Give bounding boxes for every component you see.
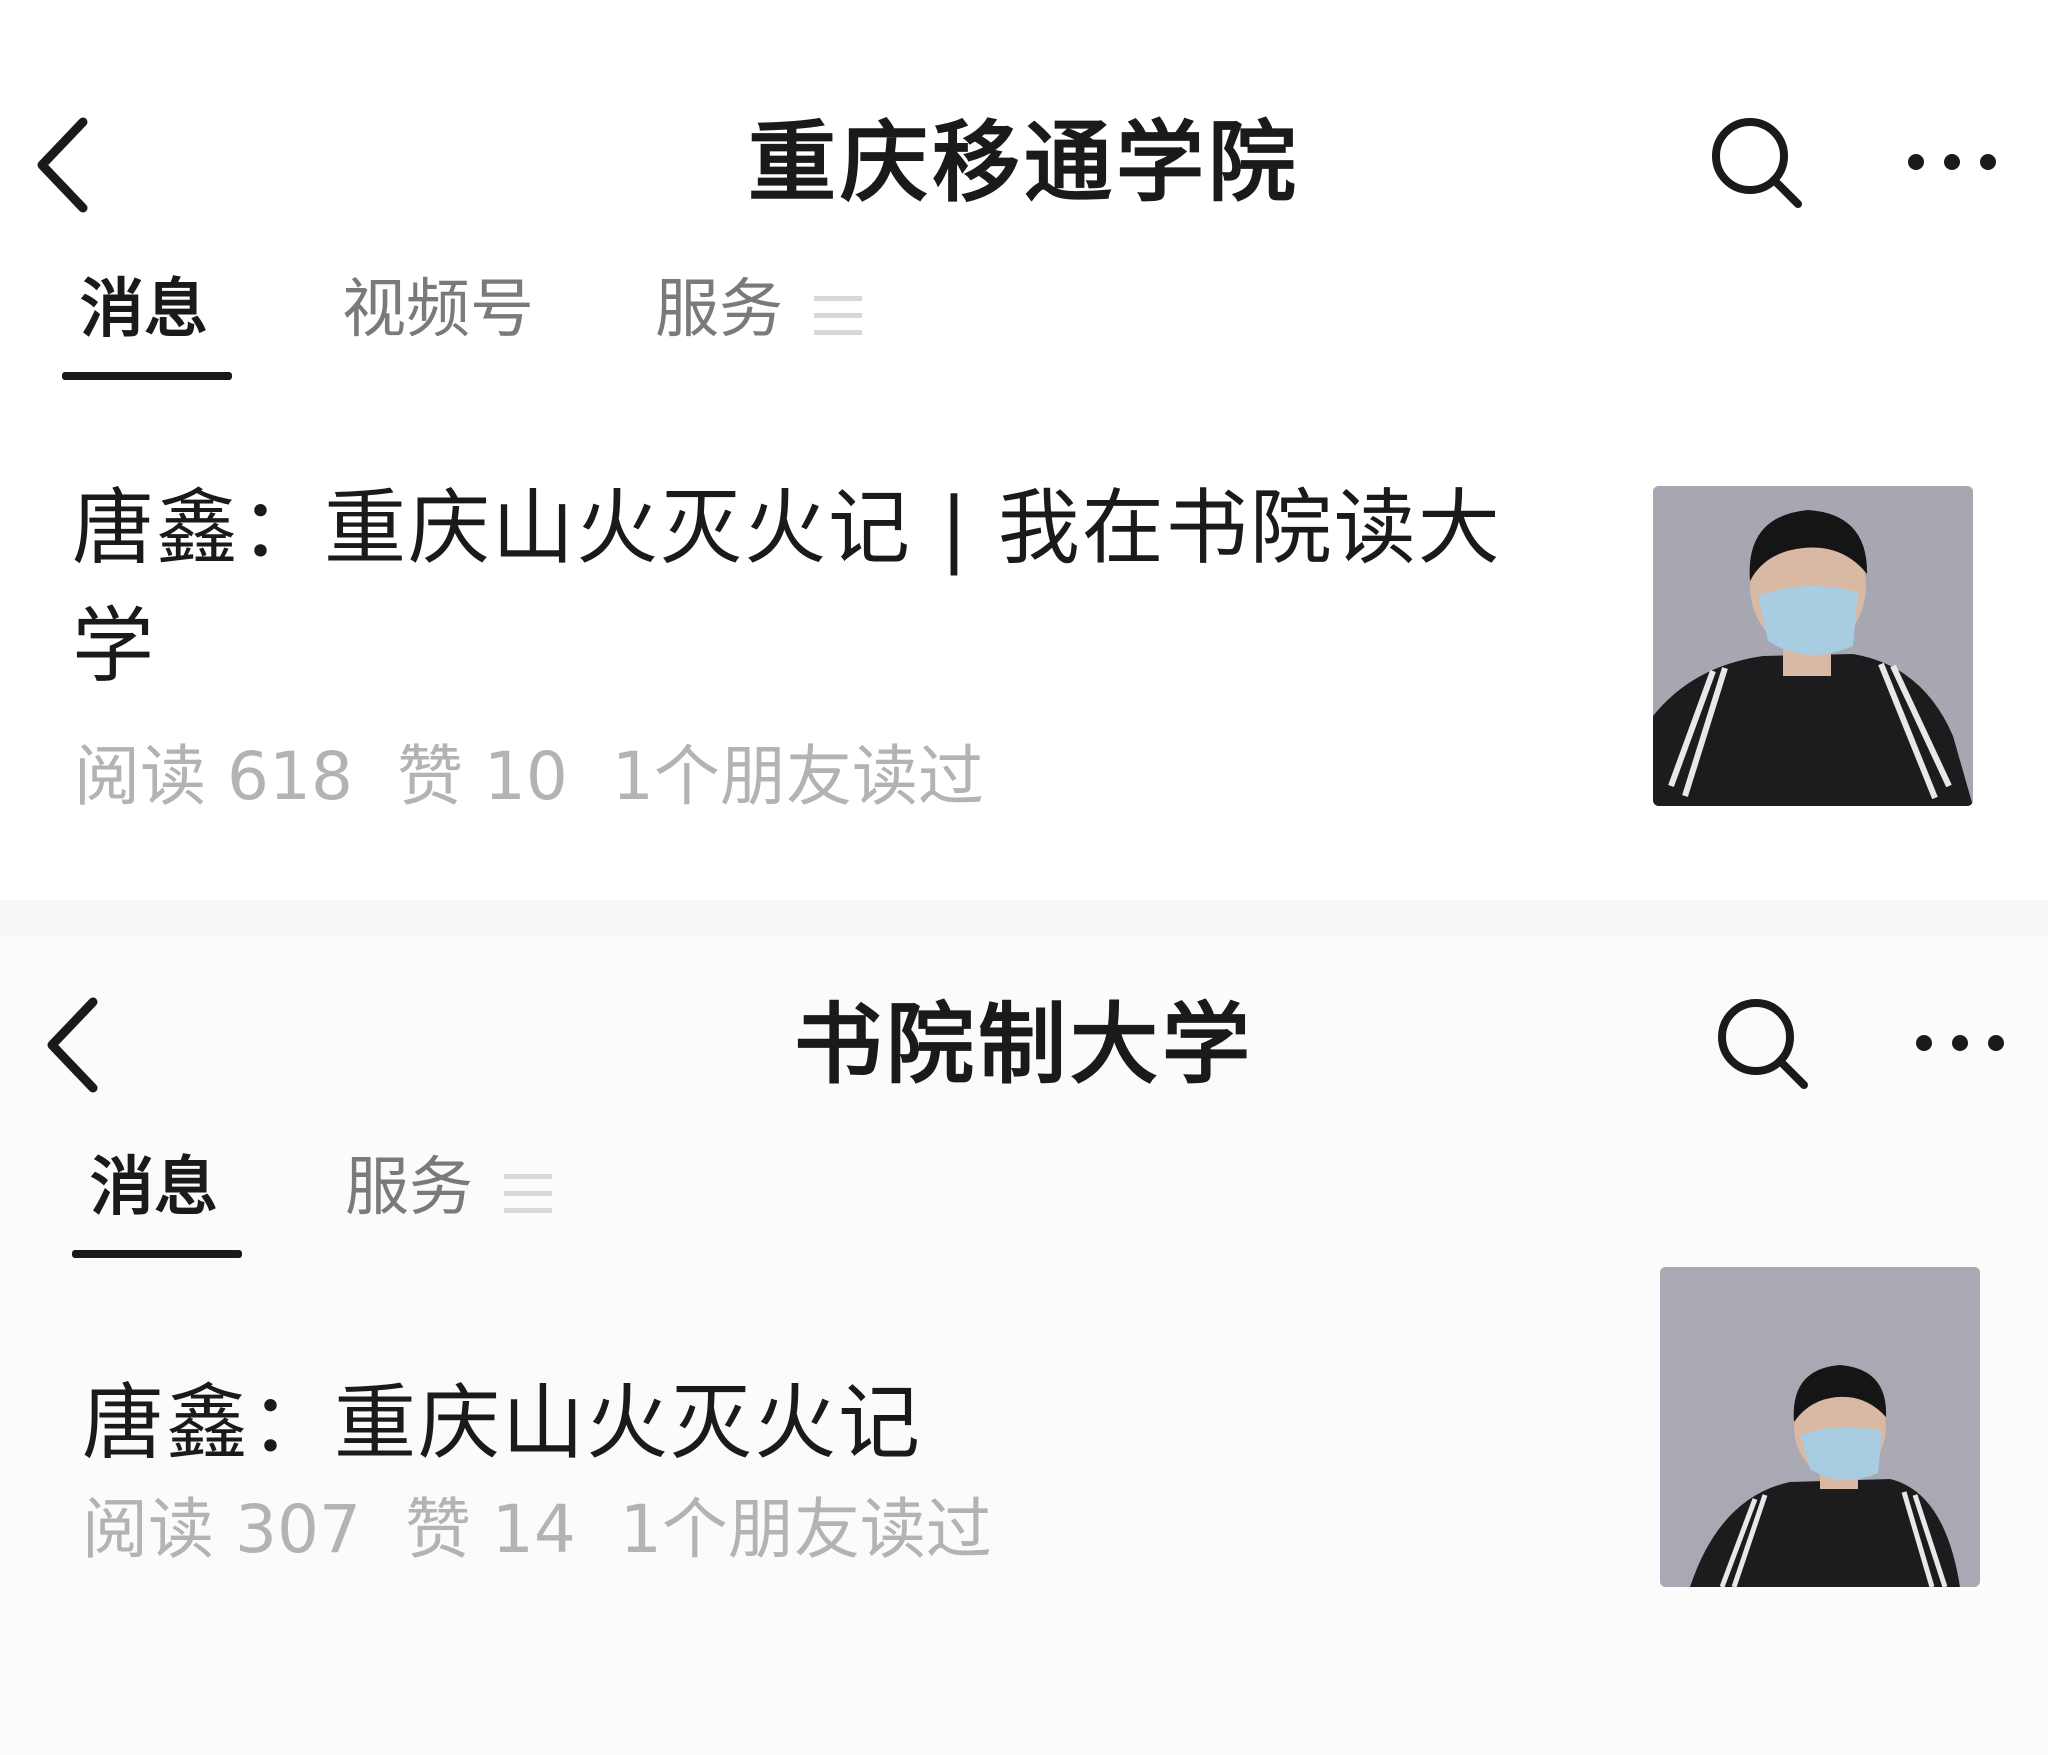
tab-services[interactable]: 服务 (655, 260, 783, 360)
account-panel-1: 重庆移通学院 消息 视频号 服务 唐鑫：重庆山火灭火记 | 我在书院读大学 阅读… (0, 0, 2048, 900)
friends-read: 1个朋友读过 (619, 1491, 992, 1568)
tab-bar: 消息 服务 (0, 1138, 2048, 1268)
tab-messages[interactable]: 消息 (80, 260, 208, 360)
active-tab-indicator (62, 372, 232, 380)
like-count: 赞 10 (396, 738, 568, 815)
tab-services[interactable]: 服务 (345, 1138, 473, 1238)
friends-read: 1个朋友读过 (611, 738, 984, 815)
article-card[interactable]: 唐鑫：重庆山火灭火记 | 我在书院读大学 阅读 618 赞 10 1个朋友读过 (0, 470, 2048, 830)
tab-messages[interactable]: 消息 (90, 1138, 218, 1238)
more-button[interactable] (1910, 993, 2010, 1093)
search-button[interactable] (1706, 112, 1806, 212)
tab-channels[interactable]: 视频号 (342, 260, 534, 360)
search-icon (1712, 118, 1802, 208)
article-title: 唐鑫：重庆山火灭火记 (82, 1376, 923, 1471)
more-dots-icon (1908, 154, 1996, 170)
account-panel-2: 书院制大学 消息 服务 唐鑫：重庆山火灭火记 阅读 307 赞 14 1个朋友读过 (0, 935, 2048, 1755)
article-meta: 阅读 307 赞 14 1个朋友读过 (82, 1485, 1036, 1575)
article-meta: 阅读 618 赞 10 1个朋友读过 (74, 732, 1028, 822)
read-count: 阅读 618 (74, 738, 353, 815)
search-icon (1718, 999, 1808, 1089)
article-card[interactable]: 唐鑫：重庆山火灭火记 阅读 307 赞 14 1个朋友读过 (0, 1267, 2048, 1705)
article-thumbnail (1653, 486, 1973, 806)
tab-bar: 消息 视频号 服务 (0, 260, 2048, 390)
like-count: 赞 14 (404, 1491, 576, 1568)
menu-icon (814, 288, 862, 338)
read-count: 阅读 307 (82, 1491, 361, 1568)
article-thumbnail (1660, 1267, 1980, 1587)
article-title: 唐鑫：重庆山火灭火记 | 我在书院读大学 (72, 481, 1502, 694)
menu-icon (504, 1166, 552, 1216)
more-button[interactable] (1902, 112, 2002, 212)
more-dots-icon (1916, 1035, 2004, 1051)
active-tab-indicator (72, 1250, 242, 1258)
search-button[interactable] (1712, 993, 1812, 1093)
